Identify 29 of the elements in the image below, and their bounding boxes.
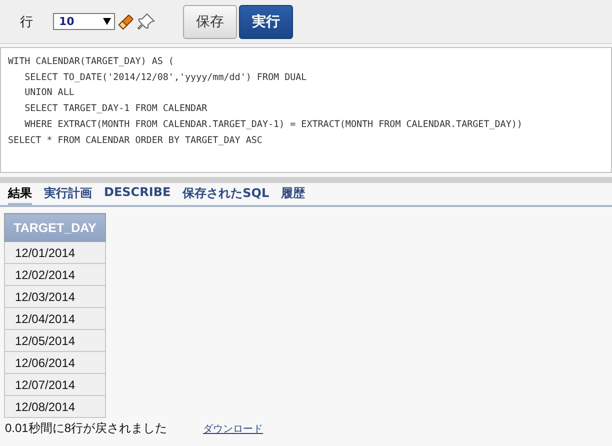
result-tab[interactable]: 実行計画 <box>44 185 92 207</box>
result-tab[interactable]: 履歴 <box>281 185 306 207</box>
result-tab[interactable]: 保存されたSQL <box>182 185 270 207</box>
table-cell: 12/02/2014 <box>4 264 106 286</box>
table-cell: 12/08/2014 <box>4 396 106 418</box>
code-line: WITH CALENDAR(TARGET_DAY) AS ( <box>8 55 175 69</box>
caret-icon <box>103 18 111 25</box>
run-button[interactable]: 実行 <box>239 4 293 38</box>
table-cell: 12/04/2014 <box>4 308 106 330</box>
table-cell: 12/03/2014 <box>4 286 106 308</box>
code-line: SELECT TARGET_DAY-1 FROM CALENDAR <box>24 102 208 116</box>
code-line: SELECT * FROM CALENDAR ORDER BY TARGET_DAY ASC <box>8 134 264 148</box>
code-line: WHERE EXTRACT(MONTH FROM CALENDAR.TARGET_DAY-1) = EXTRACT(MONTH FROM CALENDAR.TARGET_DAY)) <box>24 118 524 132</box>
rows-label: 行 <box>20 14 33 30</box>
table-cell: 12/01/2014 <box>4 242 106 264</box>
result-tab[interactable]: DESCRIBE <box>104 185 171 207</box>
code-line: UNION ALL <box>24 86 76 100</box>
status-message: 0.01秒間に8行が戻されました <box>5 420 168 437</box>
rows-select[interactable]: 10 <box>53 13 115 30</box>
table-cell: 12/06/2014 <box>4 352 106 374</box>
table-cell: 12/05/2014 <box>4 330 106 352</box>
column-header: TARGET_DAY <box>4 214 106 242</box>
sql-editor[interactable] <box>0 47 612 173</box>
download-link[interactable]: ダウンロード <box>203 422 264 436</box>
table-cell: 12/07/2014 <box>4 374 106 396</box>
result-tab[interactable]: 結果 <box>8 185 32 207</box>
pin-icon[interactable] <box>137 12 155 30</box>
code-line: SELECT TO_DATE('2014/12/08','yyyy/mm/dd') FROM DUAL <box>24 70 308 85</box>
save-button[interactable]: 保存 <box>183 4 237 38</box>
